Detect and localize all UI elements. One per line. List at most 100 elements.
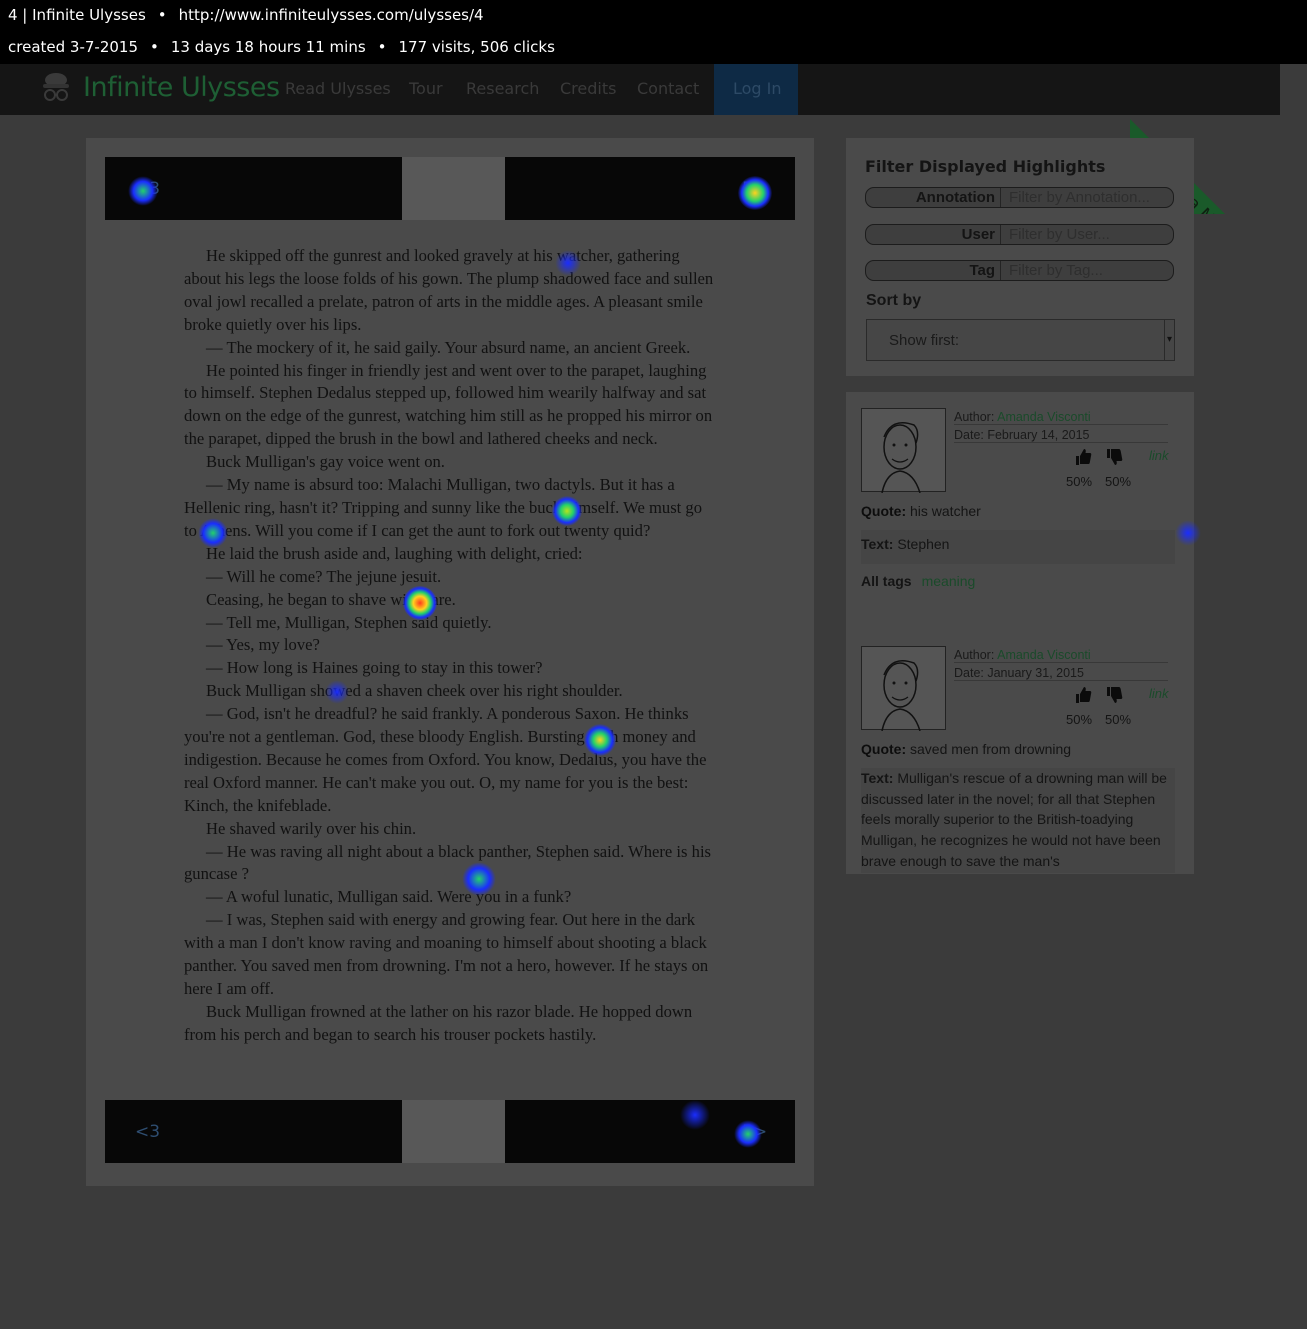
- filter-label: Tag: [866, 261, 1001, 280]
- paragraph: Buck Mulligan frowned at the lather on h…: [184, 1001, 693, 1044]
- nav-credits[interactable]: Credits: [560, 79, 616, 98]
- heatmap-meta-bar: 4 | Infinite Ulysses • http://www.infinite…: [0, 0, 1307, 64]
- quote-label: Quote:: [861, 741, 907, 757]
- quote-label: Quote:: [861, 503, 907, 519]
- nav-research[interactable]: Research: [466, 79, 539, 98]
- pager-middle: [402, 1100, 505, 1163]
- paragraph: He shaved warily over his chin.: [206, 818, 417, 838]
- downvote-percent: 50%: [1105, 712, 1132, 727]
- quote-text: his watcher: [910, 503, 981, 519]
- annotation-tags: All tags meaning: [861, 573, 975, 589]
- prev-page-link[interactable]: <3: [135, 179, 160, 199]
- paragraph: He pointed his finger in friendly jest a…: [184, 360, 713, 449]
- paragraph: Buck Mulligan's gay voice went on.: [206, 452, 445, 472]
- paragraph: Ceasing, he began to shave with care.: [206, 589, 456, 609]
- next-page-link[interactable]: 5>: [742, 179, 767, 199]
- portrait-icon: [881, 660, 921, 731]
- annotation-body: Mulligan's rescue of a drowning man will…: [861, 770, 1167, 869]
- separator: •: [150, 38, 159, 56]
- annotation-author: Author: Amanda Visconti: [954, 410, 1168, 425]
- author-link[interactable]: Amanda Visconti: [997, 410, 1091, 424]
- user-filter[interactable]: User Filter by User...: [865, 224, 1174, 245]
- nav-tour[interactable]: Tour: [409, 79, 443, 98]
- annotation-author: Author: Amanda Visconti: [954, 648, 1168, 663]
- upvote-percent: 50%: [1066, 712, 1093, 727]
- login-button[interactable]: Log In: [714, 64, 798, 115]
- meta-row-title: 4 | Infinite Ulysses • http://www.infinite…: [8, 6, 484, 24]
- nav-read-ulysses[interactable]: Read Ulysses: [285, 79, 391, 98]
- annotation-text: Text: Mulligan's rescue of a drowning ma…: [861, 768, 1175, 873]
- annotation-quote: Quote: saved men from drowning: [861, 741, 1071, 757]
- author-label: Author:: [954, 648, 995, 662]
- navbar: Infinite Ulysses Read Ulysses Tour Resea…: [0, 64, 1280, 115]
- nav-contact[interactable]: Contact: [637, 79, 699, 98]
- session-duration: 13 days 18 hours 11 mins: [170, 38, 366, 56]
- permalink[interactable]: link: [1149, 448, 1169, 463]
- brand-title[interactable]: Infinite Ulysses: [83, 72, 280, 103]
- annotations-panel: Author: Amanda Visconti Date: February 1…: [846, 392, 1194, 874]
- author-link[interactable]: Amanda Visconti: [997, 648, 1091, 662]
- page-label: 4 | Infinite Ulysses: [8, 6, 146, 24]
- annotation-filter[interactable]: Annotation Filter by Annotation...: [865, 187, 1174, 208]
- thumbs-up-icon[interactable]: [1074, 686, 1092, 704]
- page-url: http://www.infiniteulysses.com/ulysses/4: [178, 6, 484, 24]
- text-label: Text:: [861, 536, 894, 552]
- prev-page-link[interactable]: <3: [135, 1122, 160, 1142]
- paragraph: — My name is absurd too: Malachi Mulliga…: [184, 475, 703, 540]
- paragraph: — Tell me, Mulligan, Stephen said quietl…: [206, 612, 492, 632]
- annotation-date: Date: January 31, 2015: [954, 666, 1168, 681]
- thumbs-down-icon[interactable]: [1105, 448, 1123, 466]
- paragraph: — Will he come? The jejune jesuit.: [206, 566, 442, 586]
- permalink[interactable]: link: [1149, 686, 1169, 701]
- chapter-text[interactable]: He skipped off the gunrest and looked gr…: [184, 245, 714, 1047]
- annotation-date: Date: February 14, 2015: [954, 428, 1168, 443]
- filter-label: User: [866, 225, 1001, 244]
- paragraph: — A woful lunatic, Mulligan said. Were y…: [206, 887, 572, 907]
- author-label: Author:: [954, 410, 995, 424]
- filter-label: Annotation: [866, 188, 1001, 207]
- paragraph: Buck Mulligan showed a shaven cheek over…: [206, 681, 623, 701]
- tags-label: All tags: [861, 573, 912, 589]
- visit-stats: 177 visits, 506 clicks: [398, 38, 555, 56]
- login-label: Log In: [733, 79, 782, 98]
- annotation-text: Text: Stephen: [861, 530, 1175, 564]
- annotation-filter-input[interactable]: Filter by Annotation...: [1009, 188, 1150, 207]
- tag-filter[interactable]: Tag Filter by Tag...: [865, 260, 1174, 281]
- sort-select[interactable]: Show first: ▾: [866, 319, 1175, 361]
- paragraph: — Yes, my love?: [206, 635, 320, 655]
- logo-icon[interactable]: [40, 70, 72, 106]
- avatar: [861, 646, 946, 731]
- thumbs-down-icon[interactable]: [1105, 686, 1123, 704]
- next-page-link[interactable]: 5>: [742, 1122, 767, 1142]
- paragraph: — He was raving all night about a black …: [184, 841, 712, 884]
- created-date: created 3-7-2015: [8, 38, 138, 56]
- user-filter-input[interactable]: Filter by User...: [1009, 225, 1110, 244]
- paragraph: He laid the brush aside and, laughing wi…: [206, 543, 583, 563]
- annotation-body: Stephen: [897, 536, 950, 552]
- filter-panel: Filter Displayed Highlights Annotation F…: [846, 138, 1194, 376]
- quote-text: saved men from drowning: [910, 741, 1072, 757]
- separator: •: [377, 38, 387, 56]
- pager-top: <3 5>: [105, 157, 795, 220]
- tag-filter-input[interactable]: Filter by Tag...: [1009, 261, 1103, 280]
- tag-meaning[interactable]: meaning: [922, 573, 976, 589]
- paragraph: — The mockery of it, he said gaily. Your…: [206, 337, 691, 357]
- annotation-quote: Quote: his watcher: [861, 503, 981, 519]
- paragraph: He skipped off the gunrest and looked gr…: [184, 246, 714, 334]
- paragraph: — How long is Haines going to stay in th…: [206, 658, 543, 678]
- text-label: Text:: [861, 770, 894, 786]
- upvote-percent: 50%: [1066, 474, 1093, 489]
- sort-value: Show first:: [889, 332, 960, 349]
- paragraph: — I was, Stephen said with energy and gr…: [184, 910, 709, 998]
- thumbs-up-icon[interactable]: [1074, 448, 1092, 466]
- chevron-down-icon[interactable]: ▾: [1164, 320, 1174, 360]
- pager-bottom: <3 5>: [105, 1100, 795, 1163]
- paragraph: — God, isn't he dreadful? he said frankl…: [184, 704, 707, 815]
- sort-label: Sort by: [866, 292, 922, 309]
- avatar: [861, 408, 946, 493]
- pager-middle: [402, 157, 505, 220]
- separator: •: [157, 6, 167, 24]
- filter-title: Filter Displayed Highlights: [865, 157, 1106, 176]
- meta-row-stats: created 3-7-2015 • 13 days 18 hours 11 min…: [8, 38, 555, 56]
- downvote-percent: 50%: [1105, 474, 1132, 489]
